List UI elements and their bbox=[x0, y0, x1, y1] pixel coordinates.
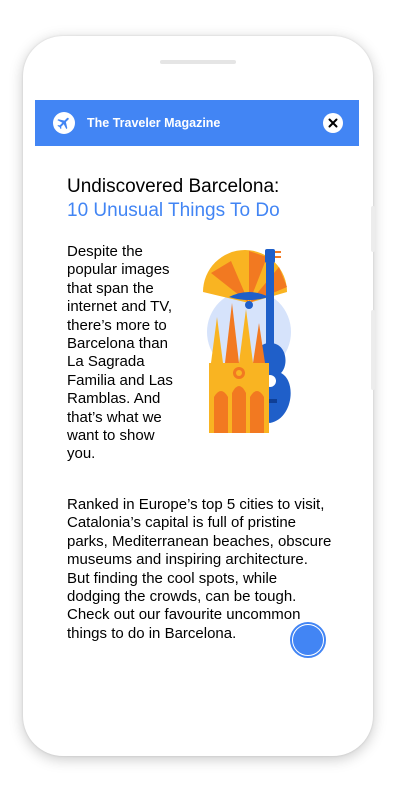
intro-paragraph: Despite the popular images that span the… bbox=[67, 243, 173, 463]
app-title: The Traveler Magazine bbox=[87, 116, 221, 130]
screen: The Traveler Magazine Undiscovered Barce… bbox=[35, 100, 359, 712]
body-paragraph-line1: Ranked in Europe’s top 5 cities to visit… bbox=[67, 495, 332, 605]
article-subtitle: 10 Unusual Things To Do bbox=[67, 200, 280, 221]
close-button[interactable] bbox=[323, 113, 343, 133]
phone-speaker bbox=[160, 60, 236, 64]
app-bar: The Traveler Magazine bbox=[35, 100, 359, 146]
close-icon bbox=[328, 118, 338, 128]
airplane-icon bbox=[53, 112, 75, 134]
fan-cathedral-guitar-illustration bbox=[201, 247, 311, 464]
fab-inner-circle bbox=[293, 625, 323, 655]
body-paragraph-line2: Check out our favourite uncommon things … bbox=[67, 606, 301, 642]
phone-side-button-top bbox=[371, 206, 375, 252]
body-paragraph: Ranked in Europe’s top 5 cities to visit… bbox=[67, 496, 332, 643]
floating-action-button[interactable] bbox=[290, 622, 326, 658]
article-title: Undiscovered Barcelona: bbox=[67, 176, 280, 197]
phone-side-button-bottom bbox=[371, 310, 375, 390]
article-content: Undiscovered Barcelona: 10 Unusual Thing… bbox=[35, 175, 359, 643]
intro-section: Despite the popular images that span the… bbox=[67, 243, 359, 464]
